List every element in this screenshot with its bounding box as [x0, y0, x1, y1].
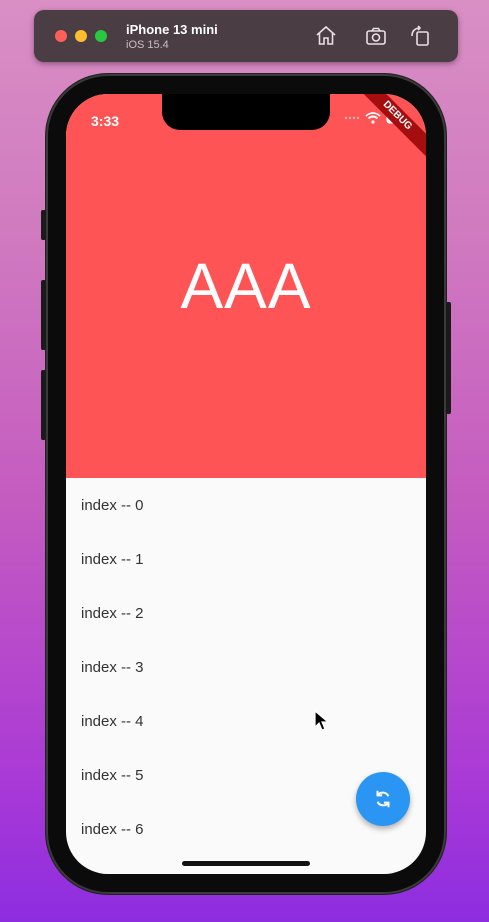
iphone-frame: AAA 3:33 DEBUG index -- 0 index -- 1 ind… — [41, 74, 451, 894]
zoom-window-button[interactable] — [95, 30, 107, 42]
refresh-fab-button[interactable] — [356, 772, 410, 826]
header-banner: AAA — [66, 94, 426, 478]
screenshot-icon — [366, 27, 386, 45]
list-item[interactable]: index -- 3 — [66, 640, 426, 694]
app-screen: AAA 3:33 DEBUG index -- 0 index -- 1 ind… — [66, 94, 426, 874]
power-button — [446, 302, 451, 414]
screenshot-button[interactable] — [364, 24, 388, 48]
mute-switch — [41, 210, 46, 240]
wifi-icon — [365, 112, 381, 124]
refresh-icon — [376, 790, 390, 808]
status-time: 3:33 — [91, 113, 120, 129]
notch — [162, 94, 330, 130]
list-item[interactable]: index -- 2 — [66, 586, 426, 640]
minimize-window-button[interactable] — [75, 30, 87, 42]
os-version: iOS 15.4 — [126, 39, 169, 51]
volume-down-button — [41, 370, 46, 440]
simulator-title-bar: iPhone 13 mini iOS 15.4 — [34, 10, 458, 62]
mouse-cursor-icon — [314, 710, 330, 731]
home-button[interactable] — [314, 24, 338, 48]
home-icon — [316, 25, 336, 45]
list-item[interactable]: index -- 1 — [66, 532, 426, 586]
home-indicator — [182, 861, 310, 866]
rotate-icon — [411, 25, 429, 46]
header-title: AAA — [180, 250, 312, 322]
close-window-button[interactable] — [55, 30, 67, 42]
list-item[interactable]: index -- 0 — [66, 478, 426, 532]
list-item[interactable]: index -- 4 — [66, 694, 426, 748]
volume-up-button — [41, 280, 46, 350]
device-name: iPhone 13 mini — [126, 22, 218, 37]
rotate-button[interactable] — [408, 24, 432, 48]
signal-icon — [344, 116, 360, 120]
